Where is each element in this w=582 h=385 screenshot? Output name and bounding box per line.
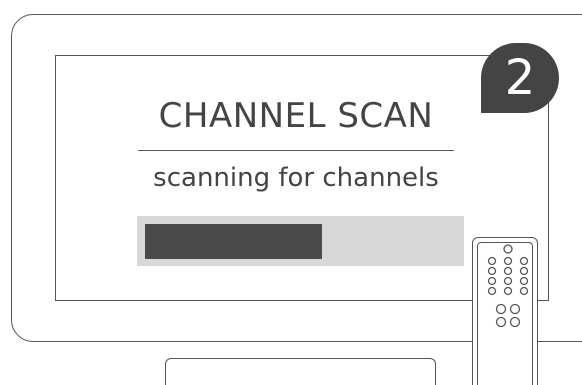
scan-progress-bar (137, 216, 464, 266)
remote-control-icon (472, 237, 538, 385)
remote-buttons (487, 244, 529, 328)
tv-stand (165, 358, 436, 385)
title-divider (138, 150, 454, 151)
step-number-badge: 2 (481, 43, 559, 113)
page-title: CHANNEL SCAN (158, 96, 434, 136)
scan-illustration: CHANNEL SCAN scanning for channels 2 (0, 0, 582, 385)
status-text: scanning for channels (153, 163, 439, 193)
scan-progress-fill (145, 224, 322, 259)
